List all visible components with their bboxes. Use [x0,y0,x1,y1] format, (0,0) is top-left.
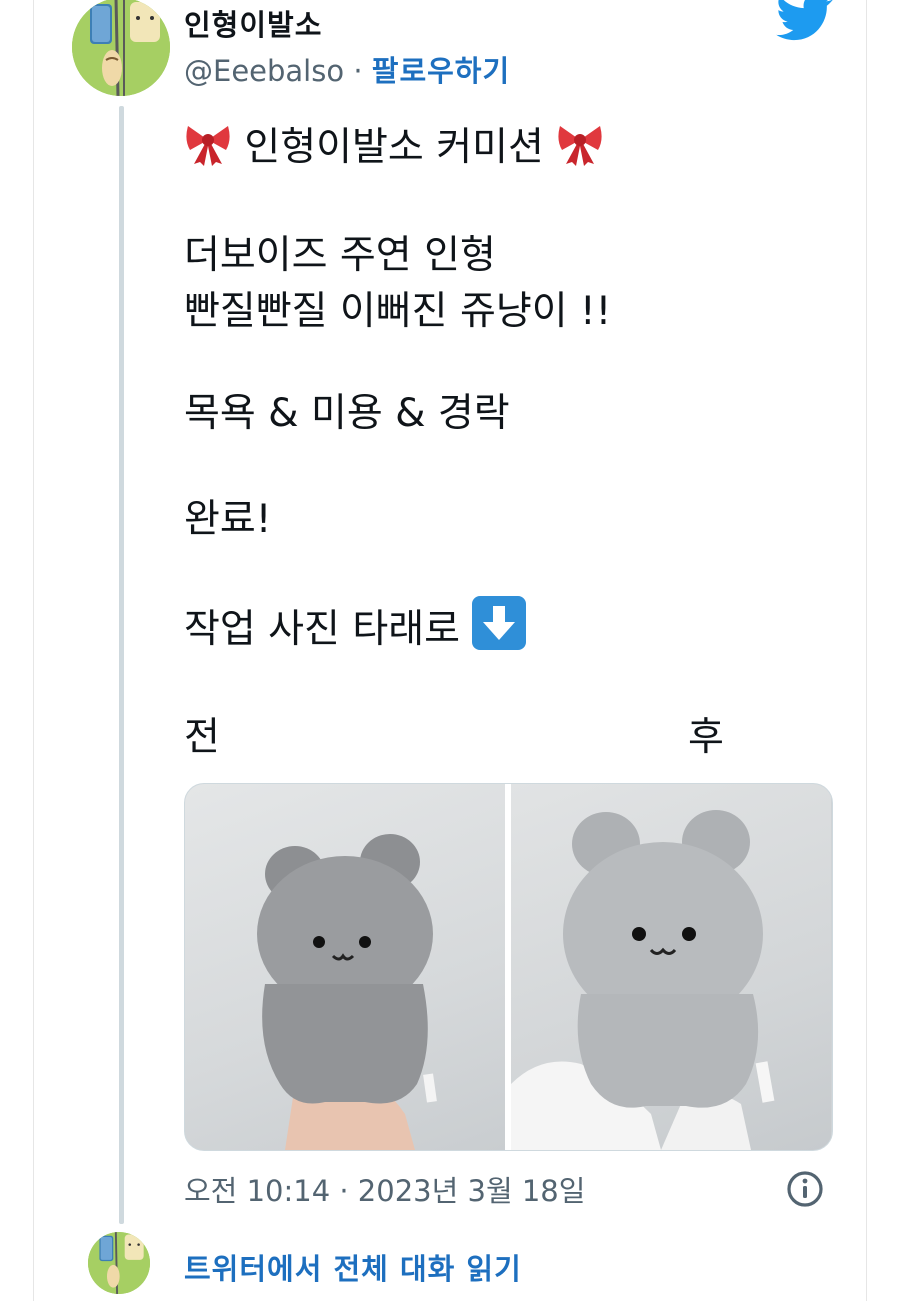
after-photo[interactable] [511,784,831,1150]
card-border-left [33,0,34,1301]
tweet-line-6: 작업 사진 타래로 [184,596,844,658]
info-icon[interactable] [786,1170,824,1208]
author-handle-row: @Eeebalso · 팔로우하기 [184,48,510,90]
before-photo[interactable] [185,784,505,1150]
down-arrow-emoji-icon [472,596,527,650]
follow-link[interactable]: 팔로우하기 [372,54,510,88]
card-border-right [866,0,867,1301]
tweet-line-5: 완료! [184,497,272,542]
tweet-line-3: 빤질빤질 이뻐진 쥬냥이 !! [184,289,612,334]
tweet-line-2: 더보이즈 주연 인형 [184,233,496,278]
after-label: 후 [688,715,724,760]
ribbon-emoji-icon [184,122,232,166]
tweet-line-title: 인형이발소 커미션 [184,120,844,176]
author-avatar[interactable] [72,0,170,96]
twitter-bird-icon[interactable] [776,0,834,42]
ribbon-emoji-icon [556,122,604,166]
author-display-name[interactable]: 인형이발소 [184,2,322,44]
media-grid[interactable] [184,783,833,1151]
footer-avatar[interactable] [88,1232,150,1294]
thread-line [119,106,124,1224]
author-handle[interactable]: @Eeebalso [184,54,344,88]
tweet-line-6-text: 작업 사진 타래로 [184,607,473,652]
tweet-title-text: 인형이발소 커미션 [232,125,557,170]
before-label: 전 [184,715,220,760]
tweet-timestamp[interactable]: 오전 10:14 · 2023년 3월 18일 [184,1168,585,1210]
read-full-conversation-link[interactable]: 트위터에서 전체 대화 읽기 [184,1246,522,1288]
handle-separator: · [344,54,372,88]
tweet-line-4: 목욕 & 미용 & 경락 [184,391,510,436]
